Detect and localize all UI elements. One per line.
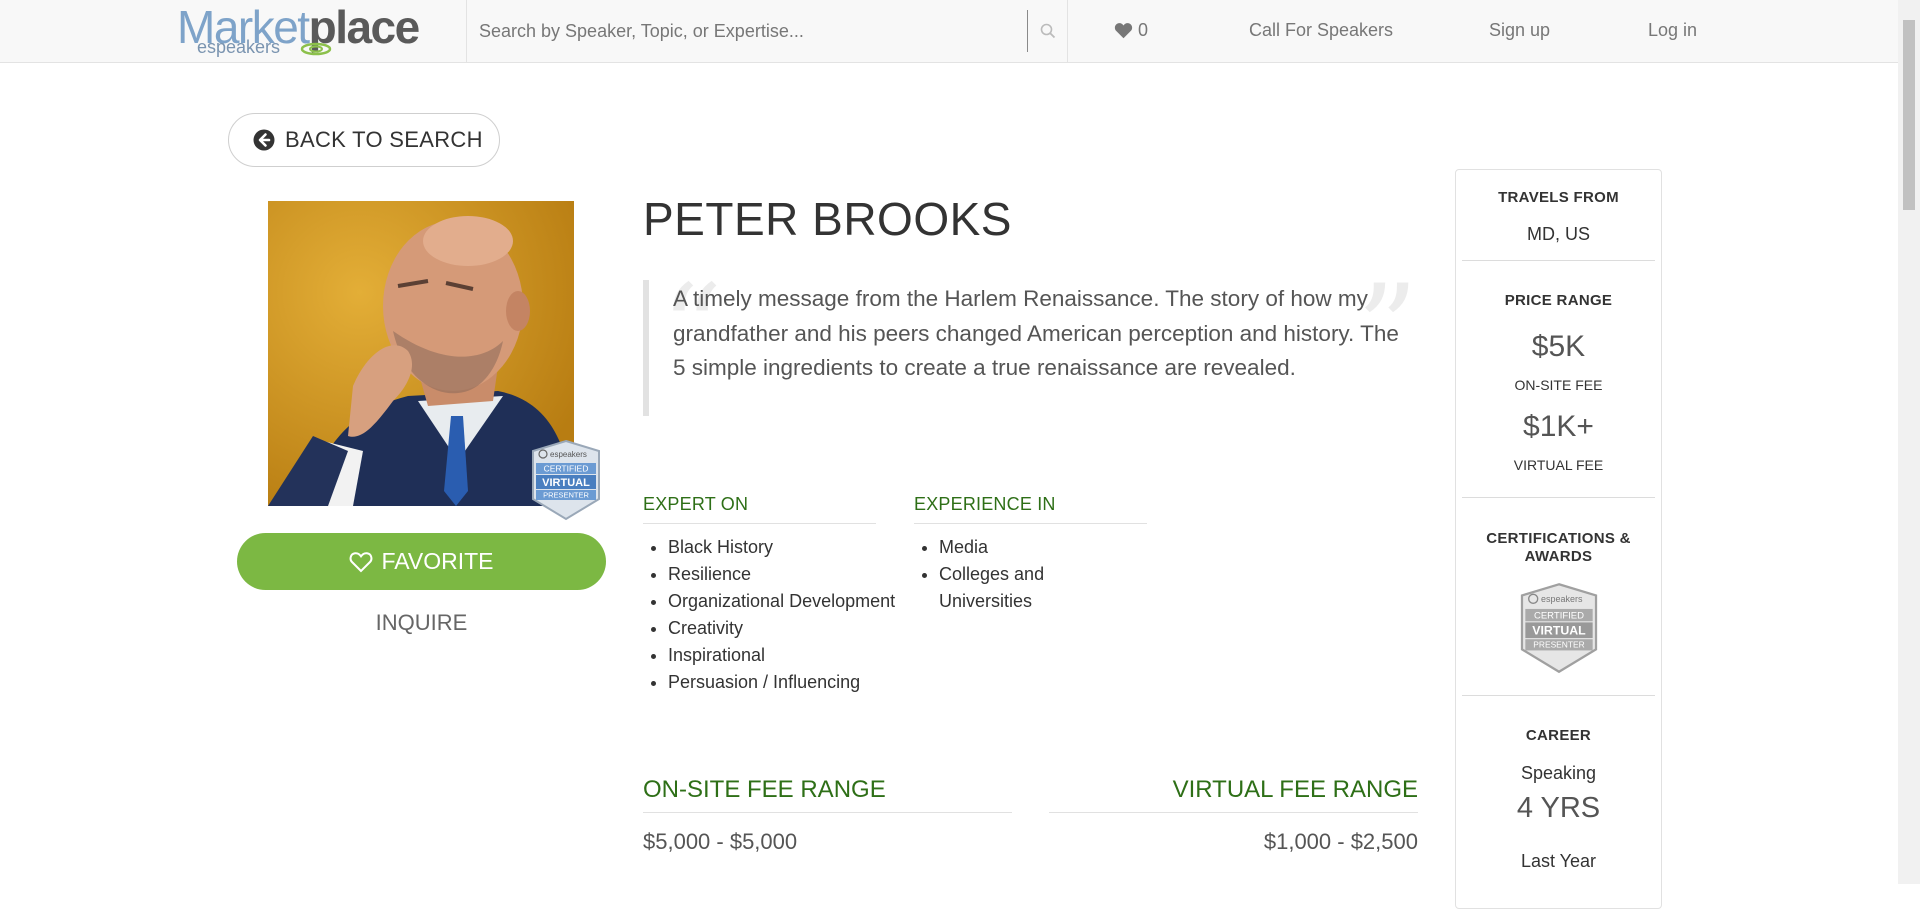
favorite-button[interactable]: FAVORITE bbox=[237, 533, 606, 590]
certified-virtual-presenter-award: espeakers CERTIFIED VIRTUAL PRESENTER bbox=[1520, 583, 1598, 674]
favorites-counter[interactable]: 0 bbox=[1114, 20, 1148, 41]
search-input[interactable] bbox=[467, 0, 1027, 62]
back-to-search-label: BACK TO SEARCH bbox=[285, 127, 483, 152]
search-icon bbox=[1040, 23, 1055, 39]
career-years: 4 YRS bbox=[1516, 792, 1601, 824]
virtual-price-caption: VIRTUAL FEE bbox=[1513, 457, 1604, 473]
speaker-name: PETER BROOKS bbox=[643, 193, 1012, 245]
heart-icon bbox=[1114, 23, 1133, 39]
award-line3: PRESENTER bbox=[1533, 640, 1584, 650]
divider bbox=[1462, 497, 1655, 498]
speaker-quote: “ ” A timely message from the Harlem Ren… bbox=[643, 270, 1418, 416]
list-item[interactable]: Organizational Development bbox=[668, 588, 908, 615]
badge-line2: VIRTUAL bbox=[542, 477, 590, 489]
page-scrollbar[interactable] bbox=[1898, 0, 1920, 884]
list-item[interactable]: Inspirational bbox=[668, 642, 908, 669]
badge-line1: CERTIFIED bbox=[544, 464, 589, 474]
career-label: CAREER bbox=[1525, 727, 1592, 744]
quote-text: A timely message from the Harlem Renaiss… bbox=[673, 286, 1399, 380]
onsite-fee-value: $5,000 - $5,000 bbox=[643, 829, 798, 854]
list-item[interactable]: Colleges and Universities bbox=[939, 561, 1129, 615]
favorite-label: FAVORITE bbox=[381, 548, 494, 574]
experience-in-list: Media Colleges and Universities bbox=[914, 534, 1129, 615]
onsite-price-caption: ON-SITE FEE bbox=[1514, 377, 1603, 393]
logo-swoosh-icon bbox=[300, 42, 332, 56]
certified-virtual-presenter-badge: espeakers CERTIFIED VIRTUAL PRESENTER bbox=[532, 439, 600, 521]
badge-line3: PRESENTER bbox=[543, 491, 589, 500]
search-button[interactable] bbox=[1028, 0, 1067, 62]
inquire-link[interactable]: INQUIRE bbox=[237, 610, 606, 636]
logo-subtitle: espeakers bbox=[197, 37, 281, 57]
speaker-photo bbox=[268, 201, 574, 506]
speaker-info-sidebar: TRAVELS FROM MD, US PRICE RANGE $5K ON-S… bbox=[1455, 169, 1662, 909]
travels-from-label: TRAVELS FROM bbox=[1498, 189, 1619, 206]
nav-call-for-speakers[interactable]: Call For Speakers bbox=[1249, 20, 1393, 41]
nav-log-in[interactable]: Log in bbox=[1648, 20, 1697, 41]
favorites-count-label: 0 bbox=[1138, 20, 1149, 40]
list-item[interactable]: Creativity bbox=[668, 615, 908, 642]
award-line1: CERTIFIED bbox=[1534, 610, 1584, 621]
certifications-label: CERTIFICATIONS & AWARDS bbox=[1486, 530, 1631, 565]
top-navbar: Marketplace espeakers 0 Call For Speaker… bbox=[0, 0, 1898, 63]
award-brand: espeakers bbox=[1541, 594, 1583, 604]
virtual-fee-heading: VIRTUAL FEE RANGE bbox=[1049, 776, 1418, 813]
expert-on-list: Black History Resilience Organizational … bbox=[643, 534, 908, 696]
list-item[interactable]: Resilience bbox=[668, 561, 908, 588]
travels-from-value: MD, US bbox=[1527, 224, 1590, 244]
award-line2: VIRTUAL bbox=[1532, 624, 1586, 638]
search-bar bbox=[466, 0, 1068, 62]
experience-in-heading: EXPERIENCE IN bbox=[914, 494, 1147, 524]
heart-outline-icon bbox=[350, 551, 373, 572]
marketplace-logo[interactable]: Marketplace espeakers bbox=[177, 1, 420, 58]
last-year-label: Last Year bbox=[1520, 851, 1597, 871]
virtual-price: $1K+ bbox=[1523, 410, 1594, 443]
onsite-price: $5K bbox=[1531, 330, 1586, 363]
divider bbox=[1462, 695, 1655, 696]
career-sub: Speaking bbox=[1520, 763, 1597, 783]
nav-sign-up[interactable]: Sign up bbox=[1489, 20, 1550, 41]
expert-on-heading: EXPERT ON bbox=[643, 494, 876, 524]
list-item[interactable]: Persuasion / Influencing bbox=[668, 669, 908, 696]
virtual-fee-value: $1,000 - $2,500 bbox=[1263, 829, 1418, 854]
back-to-search-button[interactable]: BACK TO SEARCH bbox=[228, 113, 500, 167]
arrow-circle-left-icon bbox=[253, 129, 275, 151]
divider bbox=[1462, 260, 1655, 261]
list-item[interactable]: Black History bbox=[668, 534, 908, 561]
price-range-label: PRICE RANGE bbox=[1504, 292, 1613, 309]
scrollbar-thumb[interactable] bbox=[1903, 20, 1915, 210]
onsite-fee-heading: ON-SITE FEE RANGE bbox=[643, 776, 1012, 813]
list-item[interactable]: Media bbox=[939, 534, 1129, 561]
badge-brand: espeakers bbox=[550, 450, 587, 459]
